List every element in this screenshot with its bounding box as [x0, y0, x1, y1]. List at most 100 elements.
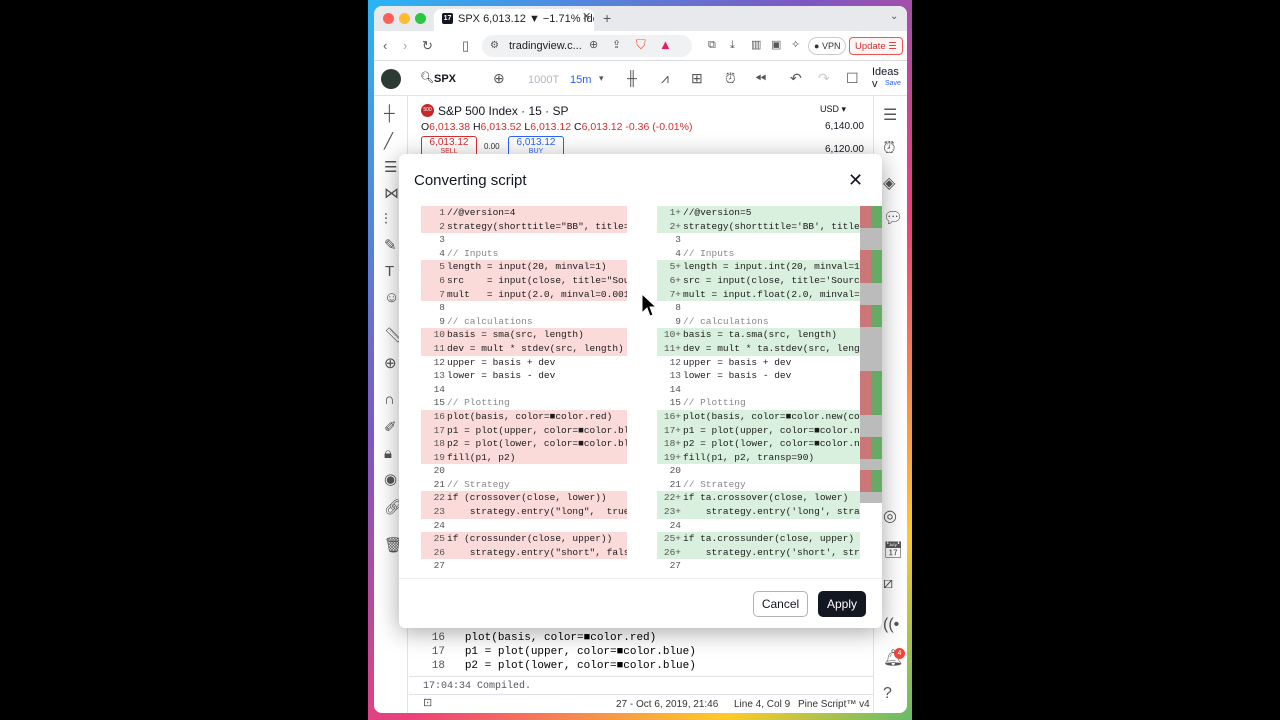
diff-line-number: 22+ — [663, 492, 681, 504]
minimap-added-mark — [871, 349, 882, 360]
interval-tick[interactable]: 1000T — [528, 74, 559, 86]
pencil-chart-icon[interactable]: ⧄ — [883, 576, 893, 592]
maximize-window-button[interactable] — [415, 13, 426, 24]
calendar-icon[interactable]: 📅︎ — [883, 543, 903, 559]
tv-top-toolbar: 🔍︎ SPX ⊕ 1000T 15m ▾ ╫ ⩘ ⊞ ⏰︎ ⏪︎ ↶ ↷ ☐ I… — [374, 62, 907, 96]
currency-selector[interactable]: USD ▾ — [820, 104, 846, 115]
reload-icon[interactable]: ↻ — [422, 39, 433, 52]
diff-right-pane[interactable]: 1+//@version=5 2+ strategy(shorttitle='BB'… — [657, 206, 860, 578]
symbol-search[interactable]: SPX — [434, 73, 456, 85]
vpn-button[interactable]: ● VPN — [808, 37, 846, 55]
sidebar-icon[interactable]: ▥ — [751, 40, 761, 51]
user-avatar[interactable] — [381, 69, 401, 89]
diff-line-number: 23 — [433, 506, 445, 518]
browser-tab[interactable]: SPX 6,013.12 ▼ −1.71% Ideas — [434, 9, 594, 31]
notification-badge: 4 — [894, 648, 905, 659]
apply-button[interactable]: Apply — [818, 591, 866, 617]
zoom-in-icon[interactable]: ⊕ — [384, 356, 397, 371]
emoji-icon[interactable]: ☺ — [384, 290, 399, 305]
layouts-icon[interactable]: ⊞ — [691, 71, 703, 85]
share-icon[interactable]: ⇪ — [612, 40, 621, 51]
crosshair-icon[interactable]: ┼ — [384, 106, 395, 121]
brush-icon[interactable]: ✎ — [384, 238, 397, 253]
update-label: Update — [855, 41, 886, 52]
save-button[interactable]: Save — [885, 80, 901, 87]
diff-line-code: p2 = plot(lower, color=■color.blu — [447, 438, 627, 450]
bookmark-icon[interactable]: ▯ — [462, 39, 469, 52]
diff-line: 24 — [421, 519, 627, 533]
close-icon[interactable]: ✕ — [848, 170, 863, 191]
layers-icon[interactable]: ◈ — [883, 176, 895, 192]
chart-title[interactable]: S&P 500 Index · 15 · SP — [438, 104, 569, 118]
signal-icon[interactable]: ((• — [883, 617, 899, 633]
magnet-icon[interactable]: ∩ — [384, 392, 395, 407]
chevron-down-icon[interactable]: ⌄ — [890, 12, 898, 22]
alert-icon[interactable]: ⏰︎ — [725, 71, 736, 85]
fib-icon[interactable]: ☰ — [384, 160, 397, 175]
alarm-icon[interactable]: ⏰︎ — [883, 141, 895, 157]
redo-icon[interactable]: ↷ — [818, 71, 830, 85]
compare-add-icon[interactable]: ⊕ — [493, 71, 505, 85]
watchlist-icon[interactable]: ☰ — [883, 108, 897, 124]
terminal-icon[interactable]: ⊡ — [423, 698, 432, 709]
search-icon[interactable]: 🔍︎ — [420, 73, 434, 84]
wallet-icon[interactable]: ▣ — [771, 40, 781, 51]
browser-window: SPX 6,013.12 ▼ −1.71% Ideas 17 ✕ + ⌄ ‹ ›… — [374, 6, 907, 713]
prediction-icon[interactable]: ⫶ — [384, 212, 388, 227]
diff-line: 15// Plotting — [421, 396, 627, 410]
minimap-added-mark — [871, 239, 882, 250]
interval-chevron-icon[interactable]: ▾ — [599, 74, 604, 83]
brave-rewards-icon[interactable]: ▲ — [659, 38, 672, 51]
leo-icon[interactable]: ✧ — [791, 40, 800, 51]
new-tab-icon[interactable]: + — [603, 11, 611, 25]
cancel-button[interactable]: Cancel — [753, 591, 808, 617]
minimap-removed-mark — [860, 426, 871, 437]
pattern-icon[interactable]: ⋈ — [384, 186, 399, 201]
diff-line: 26 strategy.entry("short", false — [421, 545, 627, 560]
diff-line: 16 plot(basis, color=■color.red) — [421, 409, 627, 424]
diff-line-number: 17+ — [663, 424, 681, 436]
back-icon[interactable]: ‹ — [383, 39, 387, 52]
forward-icon[interactable]: › — [403, 39, 407, 52]
download-icon[interactable]: ⤓ — [730, 40, 735, 51]
replay-icon[interactable]: ⏪︎ — [755, 71, 766, 85]
minimap-added-mark — [871, 382, 882, 393]
candles-icon[interactable]: ╫ — [627, 71, 637, 85]
diff-line-number: 1+ — [669, 207, 681, 218]
undo-icon[interactable]: ↶ — [790, 71, 802, 85]
text-icon[interactable]: T — [385, 264, 394, 279]
diff-line-number: 3 — [675, 234, 681, 246]
diff-line: 27 — [657, 559, 860, 573]
tab-close-icon[interactable]: ✕ — [582, 12, 591, 23]
diff-line: 26+ strategy.entry('short', strate — [657, 545, 860, 560]
update-button[interactable]: Update ☰ — [849, 37, 903, 55]
diff-line: 5 length = input(20, minval=1) — [421, 260, 627, 274]
diff-line: 22 if (crossover(close, lower)) — [421, 491, 627, 506]
help-icon[interactable]: ? — [883, 686, 892, 702]
extensions-icon[interactable]: ⧉ — [708, 40, 716, 51]
diff-line-number: 14 — [433, 383, 445, 395]
diff-minimap[interactable] — [860, 206, 882, 506]
brave-shield-icon[interactable]: ⛉ — [636, 38, 646, 51]
chat-icon[interactable]: 💬︎ — [883, 211, 903, 227]
diff-line-number: 24 — [433, 519, 445, 531]
diff-line-number: 2+ — [669, 220, 681, 232]
diff-line-number: 9 — [439, 315, 445, 327]
diff-left-pane[interactable]: 1//@version=4 2 strategy(shorttitle="BB", … — [421, 206, 627, 578]
minimap-removed-mark — [860, 459, 871, 470]
diff-line-code: basis = sma(src, length) — [447, 329, 584, 341]
eye-icon[interactable]: ◉ — [384, 472, 397, 487]
site-settings-icon[interactable]: ⚙ — [490, 41, 499, 51]
indicators-icon[interactable]: ⩘ — [661, 71, 669, 85]
trend-line-icon[interactable]: ╱ — [384, 134, 393, 149]
target-icon[interactable]: ◎ — [883, 509, 897, 525]
diff-line-number: 23+ — [663, 506, 681, 518]
interval-selector[interactable]: 15m — [570, 74, 591, 86]
diff-line: 23 strategy.entry("long", true) — [421, 505, 627, 519]
zoom-icon[interactable]: ⊕ — [589, 40, 598, 51]
lock-icon[interactable]: 🔒︎ — [384, 446, 392, 461]
minimize-window-button[interactable] — [399, 13, 410, 24]
close-window-button[interactable] — [383, 13, 394, 24]
fullscreen-icon[interactable]: ☐ — [846, 71, 859, 85]
lock-drawings-icon[interactable]: ✐ — [384, 420, 397, 435]
